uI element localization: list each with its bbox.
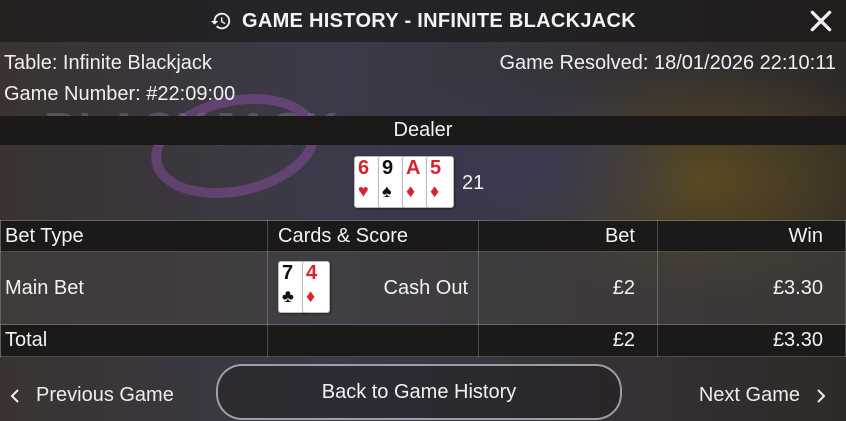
card-suit-icon: ♦ [306, 286, 316, 306]
back-to-history-label: Back to Game History [321, 380, 517, 403]
main-cards-score: 7 ♣ 4 ♦ Cash Out [267, 251, 479, 325]
header-bet-type: Bet Type [0, 220, 268, 252]
header-bet: Bet [478, 220, 658, 252]
next-game-button[interactable]: Next Game [699, 384, 828, 407]
total-bet-amount: £2 [478, 324, 658, 357]
close-icon[interactable] [808, 8, 834, 34]
back-to-history-button[interactable]: Back to Game History [216, 364, 622, 420]
history-icon [210, 12, 231, 30]
game-resolved: Game Resolved: 18/01/2026 22:10:11 [499, 52, 836, 74]
card-suit-icon: ♥ [358, 181, 369, 201]
modal-title: GAME HISTORY - INFINITE BLACKJACK [242, 9, 636, 32]
previous-game-button[interactable]: Previous Game [8, 384, 174, 407]
dealer-card: 5 ♦ [426, 156, 454, 208]
card-suit-icon: ♦ [406, 181, 416, 201]
table-header-row: Bet Type Cards & Score Bet Win [0, 220, 846, 252]
header-cards-score: Cards & Score [267, 220, 479, 252]
modal-header: GAME HISTORY - INFINITE BLACKJACK [0, 0, 846, 42]
header-win: Win [657, 220, 846, 252]
cash-out-label: Cash Out [383, 277, 468, 299]
card-rank: 4 [306, 262, 318, 284]
table-row: Main Bet 7 ♣ 4 ♦ Cash Out £2 £3.30 [0, 251, 846, 325]
main-win-amount: £3.30 [657, 251, 846, 325]
footer-nav: Previous Game Back to Game History Next … [0, 362, 846, 421]
dealer-score: 21 [462, 172, 485, 194]
player-hand: 7 ♣ 4 ♦ [278, 261, 330, 313]
chevron-right-icon [817, 388, 826, 403]
dealer-hand: 6 ♥ 9 ♠ A ♦ 5 ♦ [354, 156, 454, 208]
card-rank: 9 [382, 157, 394, 179]
game-number: Game Number: #22:09:00 [4, 83, 236, 105]
card-rank: 7 [282, 262, 294, 284]
card-rank: A [406, 157, 421, 179]
table-name: Table: Infinite Blackjack [4, 52, 212, 74]
next-game-label: Next Game [698, 384, 800, 406]
card-suit-icon: ♠ [382, 181, 392, 201]
player-card: 4 ♦ [302, 261, 330, 313]
card-rank: 5 [430, 157, 442, 179]
chevron-left-icon [10, 388, 19, 403]
total-win-amount: £3.30 [657, 324, 846, 357]
main-bet-amount: £2 [478, 251, 658, 325]
card-suit-icon: ♣ [282, 286, 294, 306]
dealer-label: Dealer [393, 119, 453, 141]
card-suit-icon: ♦ [430, 181, 440, 201]
main-bet-type: Main Bet [0, 251, 268, 325]
total-cards-empty [267, 324, 479, 357]
total-row: Total £2 £3.30 [0, 324, 846, 357]
dealer-header: Dealer [0, 116, 846, 145]
total-label: Total [0, 324, 268, 357]
previous-game-label: Previous Game [36, 384, 174, 406]
card-rank: 6 [358, 157, 370, 179]
bets-table: Bet Type Cards & Score Bet Win Main Bet … [0, 220, 846, 357]
